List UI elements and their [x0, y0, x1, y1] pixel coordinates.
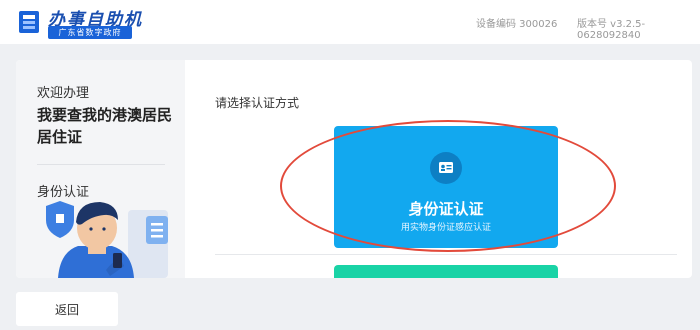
id-card-icon: [430, 152, 462, 184]
service-sidebar: 欢迎办理 我要查我的港澳居民居住证 身份认证: [16, 60, 185, 278]
service-person-illustration: [46, 201, 168, 278]
top-header: 办事自助机 广东省数字政府 设备编码 300026 版本号 v3.2.5-062…: [0, 0, 700, 44]
id-card-auth-title: 身份证认证: [408, 200, 484, 218]
welcome-text: 欢迎办理: [37, 86, 90, 101]
back-button[interactable]: 返回: [16, 292, 118, 326]
service-title: 我要查我的港澳居民居住证: [37, 106, 173, 146]
device-code: 设备编码 300026: [476, 19, 558, 30]
version-number: 版本号 v3.2.5-0628092840: [577, 19, 646, 41]
second-auth-option-button[interactable]: [334, 265, 558, 278]
options-divider: [215, 254, 677, 255]
auth-method-prompt: 请选择认证方式: [215, 96, 300, 110]
current-step-label: 身份认证: [37, 185, 90, 200]
gov-logo-icon: [19, 11, 39, 33]
brand-subtitle: 广东省数字政府: [48, 26, 132, 39]
main-card: 欢迎办理 我要查我的港澳居民居住证 身份认证 请选择认证方式 身份证认证 用实物…: [16, 60, 692, 278]
id-card-auth-subtitle: 用实物身份证感应认证: [400, 223, 491, 233]
id-card-auth-button[interactable]: 身份证认证 用实物身份证感应认证: [334, 126, 558, 248]
